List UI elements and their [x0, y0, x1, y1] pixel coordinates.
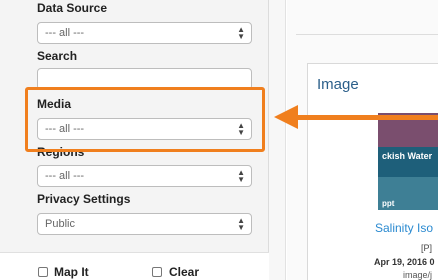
results-divider — [296, 34, 438, 35]
clear-checkbox[interactable] — [152, 267, 162, 277]
regions-value: --- all --- — [45, 170, 85, 182]
card-title: Image — [317, 76, 359, 93]
privacy-value: Public — [45, 218, 75, 230]
media-highlight-box — [25, 87, 265, 152]
result-type: image/j — [403, 270, 433, 280]
data-source-select[interactable]: --- all --- ▲ ▼ — [37, 22, 252, 44]
search-label: Search — [37, 49, 78, 63]
regions-select[interactable]: --- all --- ▲ ▼ — [37, 165, 252, 187]
result-thumbnail[interactable]: ckish Water ppt — [378, 113, 438, 210]
map-it-label[interactable]: Map It — [54, 265, 89, 279]
privacy-select[interactable]: Public ▲ ▼ — [37, 213, 252, 235]
result-date: Apr 19, 2016 0 — [374, 257, 435, 267]
select-arrows-icon: ▲ ▼ — [237, 25, 245, 41]
sidebar-divider — [269, 0, 286, 280]
select-arrows-icon: ▲ ▼ — [237, 168, 245, 184]
privacy-label: Privacy Settings — [37, 192, 131, 206]
result-tag: [P] — [421, 243, 433, 253]
clear-label[interactable]: Clear — [169, 265, 199, 279]
data-source-label: Data Source — [37, 1, 108, 15]
result-title-link[interactable]: Salinity Iso — [375, 221, 433, 235]
annotation-arrow-icon — [274, 105, 298, 129]
map-it-checkbox[interactable] — [38, 267, 48, 277]
thumbnail-text-secondary: ppt — [382, 199, 395, 208]
annotation-arrow-shaft — [297, 115, 438, 120]
select-arrows-icon: ▲ ▼ — [237, 216, 245, 232]
data-source-value: --- all --- — [45, 27, 85, 39]
thumbnail-text: ckish Water — [382, 151, 433, 161]
